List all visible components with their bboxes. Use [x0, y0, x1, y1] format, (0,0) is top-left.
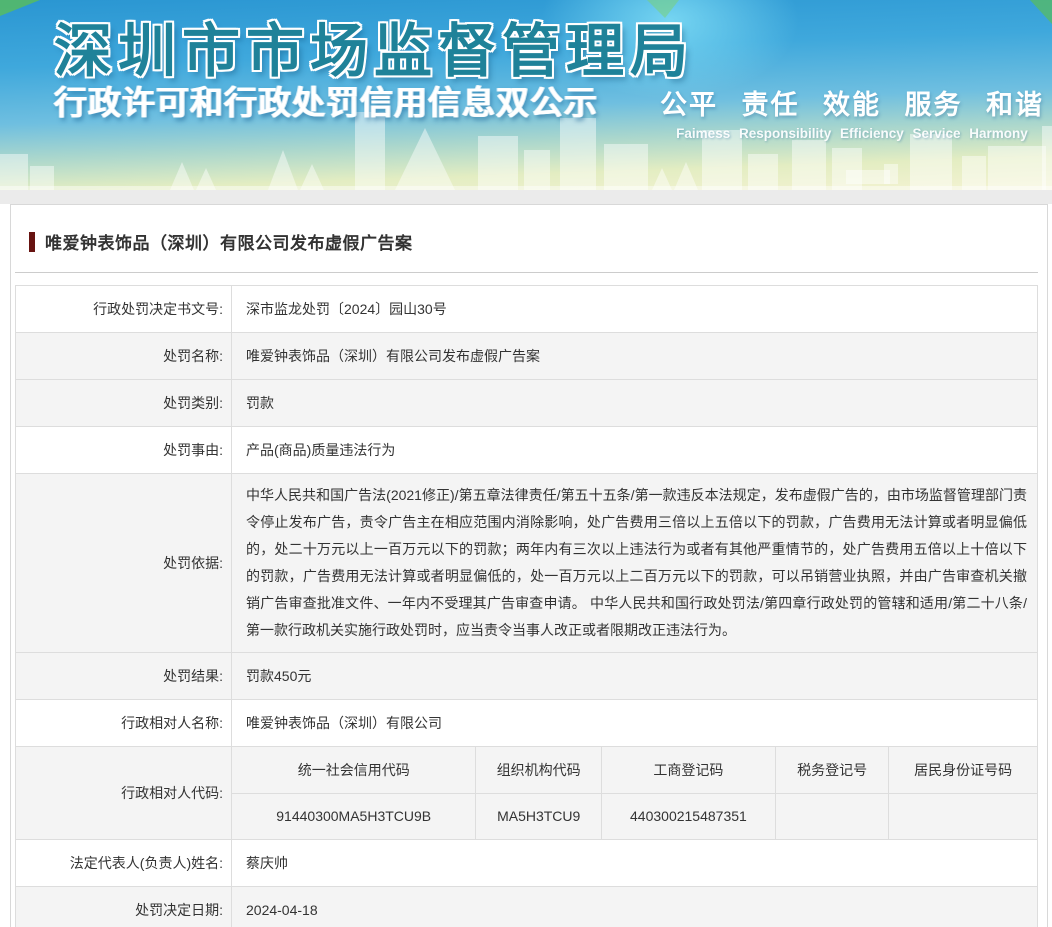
org-code-header: 组织机构代码: [475, 747, 602, 794]
title-separator: [15, 272, 1038, 273]
doc-number-label: 行政处罚决定书文号:: [15, 285, 232, 333]
table-row: 处罚决定日期: 2024-04-18: [15, 886, 1038, 927]
green-ribbon-decoration-left: [0, 0, 40, 16]
penalty-name-label: 处罚名称:: [15, 332, 232, 380]
legal-rep-label: 法定代表人(负责人)姓名:: [15, 839, 232, 887]
party-name-label: 行政相对人名称:: [15, 699, 232, 747]
party-codes-table: 统一社会信用代码 组织机构代码 工商登记码 税务登记号 居民身份证号码 9144…: [232, 747, 1037, 839]
penalty-reason-value: 产品(商品)质量违法行为: [231, 426, 1038, 474]
codes-value-row: 91440300MA5H3TCU9B MA5H3TCU9 44030021548…: [232, 792, 1037, 839]
green-ribbon-decoration-right: [1030, 0, 1052, 24]
tax-reg-value: [774, 792, 890, 839]
party-name-value: 唯爱钟表饰品（深圳）有限公司: [231, 699, 1038, 747]
header-banner: 深圳市市场监督管理局 行政许可和行政处罚信用信息双公示 公平 责任 效能 服务 …: [0, 0, 1052, 190]
credit-code-header: 统一社会信用代码: [232, 747, 477, 794]
tax-reg-header: 税务登记号: [774, 747, 890, 794]
org-code-value: MA5H3TCU9: [475, 792, 602, 839]
penalty-result-value: 罚款450元: [231, 652, 1038, 700]
codes-header-row: 统一社会信用代码 组织机构代码 工商登记码 税务登记号 居民身份证号码: [232, 747, 1037, 794]
id-number-value: [888, 792, 1037, 839]
penalty-basis-label: 处罚依据:: [15, 473, 232, 653]
decision-date-value: 2024-04-18: [231, 886, 1038, 927]
content-panel: 唯爱钟表饰品（深圳）有限公司发布虚假广告案 行政处罚决定书文号: 深市监龙处罚〔…: [10, 204, 1048, 927]
table-row: 行政处罚决定书文号: 深市监龙处罚〔2024〕园山30号: [15, 285, 1038, 333]
header-divider-strip: [0, 190, 1052, 204]
slogan-chinese: 公平 责任 效能 服务 和谐: [659, 90, 1044, 120]
business-reg-value: 440300215487351: [600, 792, 776, 839]
legal-rep-value: 蔡庆帅: [231, 839, 1038, 887]
doc-number-value: 深市监龙处罚〔2024〕园山30号: [231, 285, 1038, 333]
table-row: 处罚事由: 产品(商品)质量违法行为: [15, 426, 1038, 474]
party-codes-cell: 统一社会信用代码 组织机构代码 工商登记码 税务登记号 居民身份证号码 9144…: [231, 746, 1038, 840]
penalty-name-value: 唯爱钟表饰品（深圳）有限公司发布虚假广告案: [231, 332, 1038, 380]
case-title: 唯爱钟表饰品（深圳）有限公司发布虚假广告案: [45, 234, 413, 253]
penalty-type-label: 处罚类别:: [15, 379, 232, 427]
case-title-block: 唯爱钟表饰品（深圳）有限公司发布虚假广告案: [29, 229, 1038, 254]
business-reg-header: 工商登记码: [600, 747, 776, 794]
title-accent-bar: [29, 231, 35, 252]
id-number-header: 居民身份证号码: [888, 747, 1037, 794]
penalty-type-value: 罚款: [231, 379, 1038, 427]
penalty-info-table: 行政处罚决定书文号: 深市监龙处罚〔2024〕园山30号 处罚名称: 唯爱钟表饰…: [15, 285, 1038, 927]
table-row: 法定代表人(负责人)姓名: 蔡庆帅: [15, 839, 1038, 887]
penalty-reason-label: 处罚事由:: [15, 426, 232, 474]
table-row-party-codes: 行政相对人代码: 统一社会信用代码 组织机构代码 工商登记码 税务登记号 居民身…: [15, 746, 1038, 840]
credit-code-value: 91440300MA5H3TCU9B: [232, 792, 477, 839]
table-row: 处罚结果: 罚款450元: [15, 652, 1038, 700]
penalty-result-label: 处罚结果:: [15, 652, 232, 700]
table-row: 处罚依据: 中华人民共和国广告法(2021修正)/第五章法律责任/第五十五条/第…: [15, 473, 1038, 653]
slogan-block: 公平 责任 效能 服务 和谐 Faimess Responsibility Ef…: [660, 83, 1044, 141]
penalty-basis-value: 中华人民共和国广告法(2021修正)/第五章法律责任/第五十五条/第一款违反本法…: [231, 473, 1038, 653]
table-row: 处罚名称: 唯爱钟表饰品（深圳）有限公司发布虚假广告案: [15, 332, 1038, 380]
table-row: 处罚类别: 罚款: [15, 379, 1038, 427]
banner-subtitle: 行政许可和行政处罚信用信息双公示: [54, 84, 598, 121]
table-row: 行政相对人名称: 唯爱钟表饰品（深圳）有限公司: [15, 699, 1038, 747]
decision-date-label: 处罚决定日期:: [15, 886, 232, 927]
slogan-english: Faimess Responsibility Efficiency Servic…: [676, 126, 1028, 141]
party-codes-label: 行政相对人代码:: [15, 746, 232, 840]
